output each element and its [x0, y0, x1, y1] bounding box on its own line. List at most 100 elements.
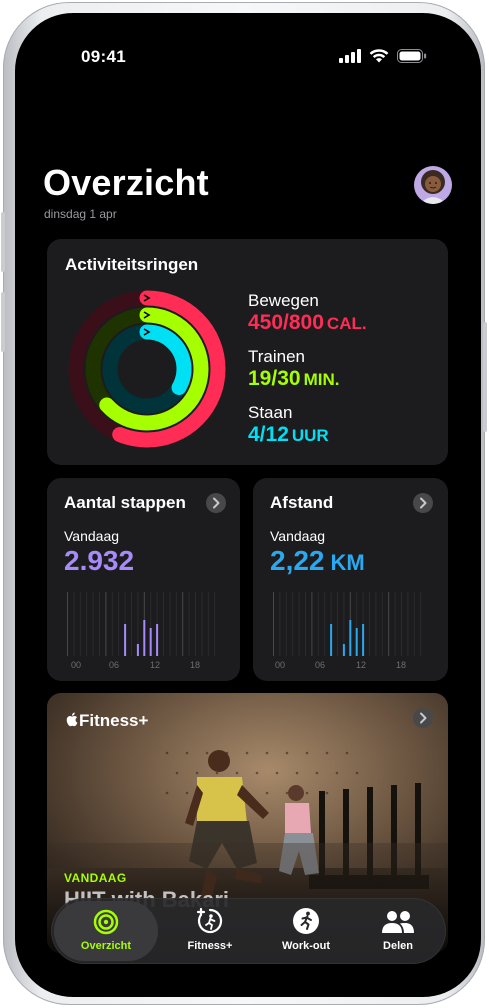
hour-gridline	[73, 592, 75, 656]
battery-icon	[397, 49, 427, 63]
exercise-unit: MIN.	[303, 370, 340, 389]
side-button	[1, 292, 5, 352]
distance-value-row: 2,22 KM	[270, 545, 365, 577]
distance-unit: KM	[330, 550, 365, 575]
hour-gridline	[67, 592, 68, 656]
tab-label: Delen	[383, 940, 413, 952]
hour-gridline	[394, 592, 396, 656]
hour-gridline	[195, 592, 196, 656]
tab-label: Work-out	[281, 940, 331, 952]
people-icon	[382, 911, 414, 933]
move-value: 450/800	[248, 311, 324, 334]
stand-value-row: 4/12 UUR	[248, 423, 329, 447]
steps-value: 2.932	[64, 545, 135, 576]
hour-gridline	[207, 592, 209, 656]
distance-axis-label: 12	[356, 660, 367, 670]
signal-icon	[339, 49, 361, 63]
hour-gridline	[182, 592, 184, 656]
hour-gridline	[175, 592, 177, 656]
move-label: Bewegen	[248, 291, 319, 310]
exercise-value-row: 19/30 MIN.	[248, 367, 339, 391]
distance-axis-label: 00	[275, 660, 286, 670]
stand-value: 4/12	[248, 423, 289, 446]
device-bezel: 09:41 Overzicht dinsdag 1 apr Activiteit…	[15, 13, 481, 997]
card-title: Activiteitsringen	[65, 255, 199, 274]
hour-gridline	[273, 592, 274, 656]
screen: 09:41 Overzicht dinsdag 1 apr Activiteit…	[19, 17, 477, 993]
hour-bar	[143, 620, 146, 656]
distance-period: Vandaag	[270, 528, 326, 544]
status-time: 09:41	[81, 47, 126, 66]
hour-gridline	[111, 592, 113, 656]
fitness-plus-icon	[196, 907, 223, 934]
device-frame: 09:41 Overzicht dinsdag 1 apr Activiteit…	[1, 2, 487, 1005]
chevron-right-icon[interactable]	[413, 493, 433, 513]
power-button	[483, 322, 487, 432]
hour-bar	[149, 628, 152, 656]
avatar[interactable]	[414, 166, 452, 204]
hour-gridline	[285, 592, 287, 656]
chevron-right-icon[interactable]	[413, 708, 433, 728]
hour-gridline	[105, 592, 107, 656]
hour-bar	[330, 624, 333, 656]
hour-bar	[136, 644, 139, 656]
activity-rings-card[interactable]: Activiteitsringen Bewegen 450/800 CAL. Tr…	[47, 239, 448, 465]
hour-gridline	[201, 592, 203, 656]
stand-unit: UUR	[291, 426, 329, 445]
hour-bar	[349, 620, 352, 656]
exercise-label: Trainen	[248, 347, 306, 366]
hour-gridline	[79, 592, 81, 656]
move-unit: CAL.	[326, 314, 367, 333]
activity-rings	[68, 290, 226, 448]
steps-card[interactable]: Aantal stappen Vandaag 2.932 00 06 12 18	[47, 478, 240, 681]
tab-fitness-plus[interactable]: Fitness+	[163, 898, 257, 964]
tab-workout[interactable]: Work-out	[259, 898, 353, 964]
move-value-row: 450/800 CAL.	[248, 311, 367, 335]
hour-gridline	[169, 592, 171, 656]
hour-gridline	[86, 592, 88, 656]
fitness-plus-label: Fitness+	[79, 711, 149, 730]
hour-bar	[362, 624, 365, 656]
tab-bar: Overzicht Fitness+ Work-out Delen	[51, 898, 446, 964]
card-title: Aantal stappen	[64, 493, 186, 512]
fitness-plus-brand: Fitness+	[65, 711, 148, 731]
hour-gridline	[420, 592, 422, 656]
hour-bar	[342, 644, 345, 656]
hour-gridline	[99, 592, 100, 656]
steps-period: Vandaag	[64, 528, 120, 544]
activity-rings-icon	[93, 909, 119, 935]
steps-axis-label: 18	[190, 660, 201, 670]
hour-bar	[355, 628, 358, 656]
distance-axis-label: 18	[396, 660, 407, 670]
hour-gridline	[369, 592, 370, 656]
side-button	[1, 212, 5, 272]
hour-gridline	[298, 592, 300, 656]
hour-gridline	[188, 592, 190, 656]
hour-gridline	[317, 592, 319, 656]
hour-gridline	[311, 592, 313, 656]
wifi-icon	[369, 49, 389, 63]
hour-gridline	[92, 592, 94, 656]
tab-overzicht[interactable]: Overzicht	[54, 901, 158, 961]
stand-label: Staan	[248, 403, 293, 422]
steps-axis-label: 12	[150, 660, 161, 670]
hour-gridline	[375, 592, 377, 656]
hour-gridline	[292, 592, 294, 656]
exercise-value: 19/30	[248, 367, 301, 390]
steps-axis-label: 06	[109, 660, 120, 670]
steps-chart	[67, 592, 216, 656]
fitness-badge: VANDAAG	[64, 871, 127, 885]
page-date: dinsdag 1 apr	[44, 207, 117, 221]
hour-gridline	[118, 592, 120, 656]
page-title: Overzicht	[43, 162, 209, 203]
hour-gridline	[305, 592, 306, 656]
hour-gridline	[401, 592, 402, 656]
distance-value: 2,22	[270, 545, 325, 576]
tab-label: Fitness+	[187, 940, 233, 952]
tab-label: Overzicht	[80, 940, 132, 952]
hour-gridline	[407, 592, 409, 656]
chevron-right-icon[interactable]	[206, 493, 226, 513]
tab-delen[interactable]: Delen	[353, 898, 443, 964]
distance-chart	[273, 592, 422, 656]
distance-card[interactable]: Afstand Vandaag 2,22 KM 00 06 12 18	[253, 478, 448, 681]
